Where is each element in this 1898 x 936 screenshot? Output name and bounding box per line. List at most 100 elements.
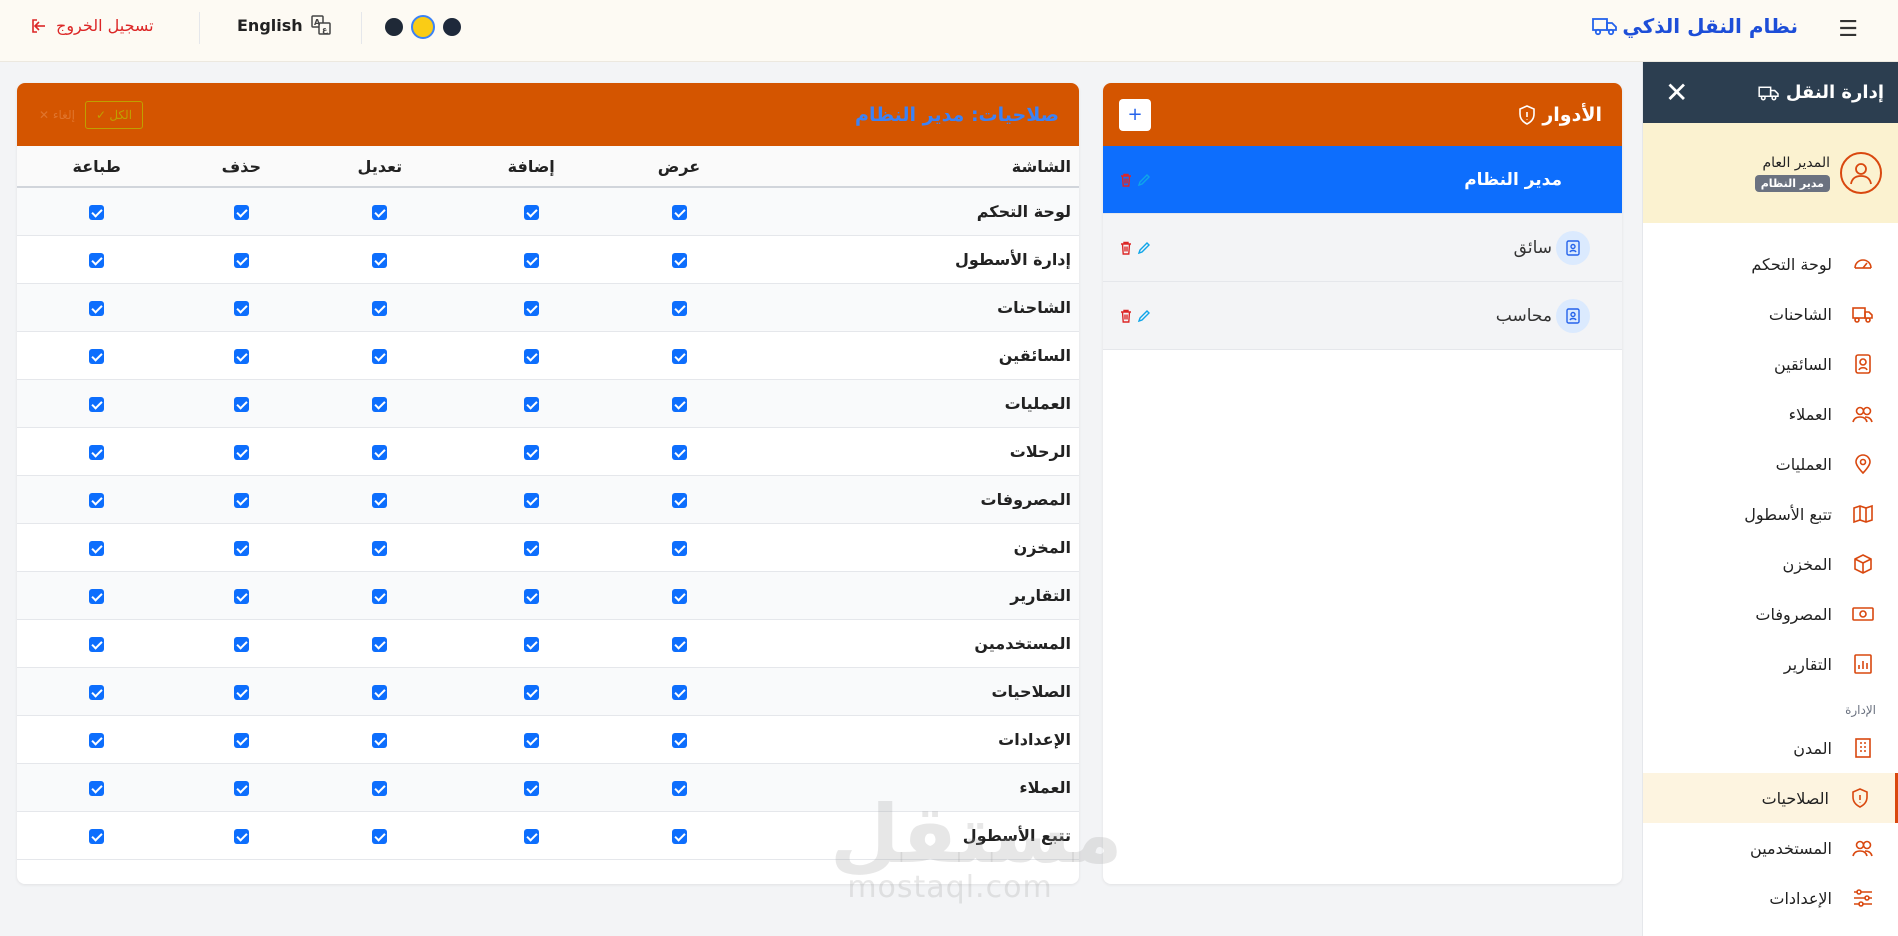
sidebar-item[interactable]: المخزن xyxy=(1643,539,1898,589)
permission-checkbox[interactable] xyxy=(233,588,249,604)
permission-checkbox[interactable] xyxy=(671,636,687,652)
sidebar-item[interactable]: المستخدمين xyxy=(1643,823,1898,873)
permission-checkbox[interactable] xyxy=(372,444,388,460)
permission-checkbox[interactable] xyxy=(523,444,539,460)
permission-checkbox[interactable] xyxy=(523,396,539,412)
sidebar-item[interactable]: لوحة التحكم xyxy=(1643,239,1898,289)
theme-yellow-dot[interactable] xyxy=(411,15,435,39)
sidebar-item[interactable]: السائقين xyxy=(1643,339,1898,389)
permission-checkbox[interactable] xyxy=(233,732,249,748)
permission-checkbox[interactable] xyxy=(671,540,687,556)
permission-checkbox[interactable] xyxy=(89,732,105,748)
sidebar-item[interactable]: الإعدادات xyxy=(1643,873,1898,923)
delete-icon[interactable] xyxy=(1119,173,1133,187)
permission-checkbox[interactable] xyxy=(372,492,388,508)
permission-checkbox[interactable] xyxy=(233,444,249,460)
permission-checkbox[interactable] xyxy=(89,252,105,268)
sidebar-item[interactable]: تتبع الأسطول xyxy=(1643,489,1898,539)
permission-checkbox[interactable] xyxy=(671,252,687,268)
permission-checkbox[interactable] xyxy=(671,300,687,316)
permission-checkbox[interactable] xyxy=(671,204,687,220)
sidebar-item[interactable]: التقارير xyxy=(1643,639,1898,689)
permission-checkbox[interactable] xyxy=(372,828,388,844)
permission-checkbox[interactable] xyxy=(372,684,388,700)
role-item[interactable]: سائق xyxy=(1103,214,1622,282)
select-none-button[interactable]: ✕ إلغاء xyxy=(33,102,81,128)
edit-icon[interactable] xyxy=(1137,173,1151,187)
permission-checkbox[interactable] xyxy=(89,348,105,364)
permission-checkbox[interactable] xyxy=(89,300,105,316)
permission-checkbox[interactable] xyxy=(523,252,539,268)
permission-checkbox[interactable] xyxy=(671,492,687,508)
permission-checkbox[interactable] xyxy=(89,684,105,700)
permission-checkbox[interactable] xyxy=(671,396,687,412)
permission-checkbox[interactable] xyxy=(372,636,388,652)
permission-checkbox[interactable] xyxy=(372,540,388,556)
permission-checkbox[interactable] xyxy=(372,588,388,604)
language-switch[interactable]: English Aع xyxy=(237,15,331,35)
delete-icon[interactable] xyxy=(1119,241,1133,255)
sidebar-item[interactable]: الشاحنات xyxy=(1643,289,1898,339)
permission-checkbox[interactable] xyxy=(233,540,249,556)
permission-checkbox[interactable] xyxy=(89,828,105,844)
permission-checkbox[interactable] xyxy=(523,588,539,604)
permission-checkbox[interactable] xyxy=(372,348,388,364)
permission-checkbox[interactable] xyxy=(671,828,687,844)
permission-checkbox[interactable] xyxy=(671,684,687,700)
permission-checkbox[interactable] xyxy=(523,828,539,844)
select-all-button[interactable]: ✓ الكل xyxy=(84,100,144,129)
permission-checkbox[interactable] xyxy=(233,828,249,844)
permission-checkbox[interactable] xyxy=(523,204,539,220)
logout-button[interactable]: تسجيل الخروج xyxy=(30,16,154,35)
permission-checkbox[interactable] xyxy=(372,204,388,220)
permission-checkbox[interactable] xyxy=(89,204,105,220)
theme-navy-dot[interactable] xyxy=(443,18,461,36)
sidebar-item[interactable]: العملاء xyxy=(1643,389,1898,439)
permission-checkbox[interactable] xyxy=(233,684,249,700)
permission-checkbox[interactable] xyxy=(523,300,539,316)
permission-checkbox[interactable] xyxy=(372,300,388,316)
permission-checkbox[interactable] xyxy=(89,588,105,604)
sidebar-item[interactable]: العمليات xyxy=(1643,439,1898,489)
permission-checkbox[interactable] xyxy=(233,780,249,796)
permission-checkbox[interactable] xyxy=(523,732,539,748)
permission-checkbox[interactable] xyxy=(233,636,249,652)
permission-checkbox[interactable] xyxy=(372,396,388,412)
permission-checkbox[interactable] xyxy=(671,780,687,796)
permission-checkbox[interactable] xyxy=(372,252,388,268)
permission-checkbox[interactable] xyxy=(372,780,388,796)
app-title[interactable]: نظام النقل الذكي xyxy=(1592,14,1798,38)
permission-checkbox[interactable] xyxy=(233,348,249,364)
permission-checkbox[interactable] xyxy=(671,348,687,364)
edit-icon[interactable] xyxy=(1137,241,1151,255)
delete-icon[interactable] xyxy=(1119,309,1133,323)
permission-checkbox[interactable] xyxy=(89,396,105,412)
permission-checkbox[interactable] xyxy=(671,588,687,604)
permission-checkbox[interactable] xyxy=(523,348,539,364)
permission-checkbox[interactable] xyxy=(89,636,105,652)
theme-dark-dot[interactable] xyxy=(385,18,403,36)
permission-checkbox[interactable] xyxy=(233,300,249,316)
permission-checkbox[interactable] xyxy=(89,444,105,460)
sidebar-item[interactable]: المصروفات xyxy=(1643,589,1898,639)
close-icon[interactable]: ✕ xyxy=(1665,78,1688,107)
sidebar-item[interactable]: المدن xyxy=(1643,723,1898,773)
permission-checkbox[interactable] xyxy=(523,540,539,556)
menu-icon[interactable]: ☰ xyxy=(1838,17,1858,42)
permission-checkbox[interactable] xyxy=(233,396,249,412)
edit-icon[interactable] xyxy=(1137,309,1151,323)
permission-checkbox[interactable] xyxy=(89,780,105,796)
permission-checkbox[interactable] xyxy=(233,492,249,508)
permission-checkbox[interactable] xyxy=(671,732,687,748)
sidebar-item[interactable]: الصلاحيات xyxy=(1643,773,1898,823)
permission-checkbox[interactable] xyxy=(233,252,249,268)
permission-checkbox[interactable] xyxy=(372,732,388,748)
permission-checkbox[interactable] xyxy=(233,204,249,220)
add-role-button[interactable]: + xyxy=(1119,98,1151,131)
permission-checkbox[interactable] xyxy=(523,636,539,652)
permission-checkbox[interactable] xyxy=(523,780,539,796)
permission-checkbox[interactable] xyxy=(523,684,539,700)
permission-checkbox[interactable] xyxy=(523,492,539,508)
permission-checkbox[interactable] xyxy=(89,540,105,556)
permission-checkbox[interactable] xyxy=(89,492,105,508)
